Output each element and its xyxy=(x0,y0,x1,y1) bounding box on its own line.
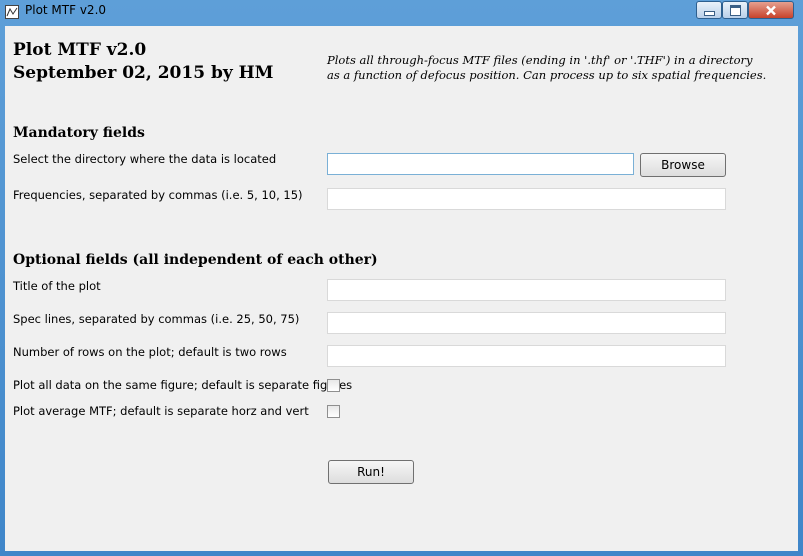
same-figure-checkbox[interactable] xyxy=(327,379,340,392)
run-button[interactable]: Run! xyxy=(328,460,414,484)
rows-field[interactable] xyxy=(327,345,726,367)
close-button[interactable] xyxy=(748,1,794,19)
client-area: Plot MTF v2.0 September 02, 2015 by HM P… xyxy=(5,26,798,551)
spec-lines-field[interactable] xyxy=(327,312,726,334)
frequencies-field[interactable] xyxy=(327,188,726,210)
same-figure-label: Plot all data on the same figure; defaul… xyxy=(13,378,353,392)
maximize-icon xyxy=(729,4,741,16)
frequencies-label: Frequencies, separated by commas (i.e. 5… xyxy=(13,188,303,202)
close-icon xyxy=(766,5,776,15)
plot-title-label: Title of the plot xyxy=(13,279,101,293)
app-heading: Plot MTF v2.0 September 02, 2015 by HM xyxy=(13,39,274,85)
description-line-1: Plots all through-focus MTF files (endin… xyxy=(327,53,753,67)
title-bar[interactable]: Plot MTF v2.0 xyxy=(0,0,803,23)
mandatory-heading: Mandatory fields xyxy=(13,125,145,141)
window-title: Plot MTF v2.0 xyxy=(25,3,107,17)
directory-label: Select the directory where the data is l… xyxy=(13,152,277,166)
app-window: Plot MTF v2.0 Plot MTF v2.0 September 02… xyxy=(0,0,803,556)
app-description: Plots all through-focus MTF files (endin… xyxy=(327,53,766,83)
minimize-icon xyxy=(703,10,715,16)
rows-label: Number of rows on the plot; default is t… xyxy=(13,345,287,359)
app-icon xyxy=(5,4,19,19)
average-label: Plot average MTF; default is separate ho… xyxy=(13,404,309,418)
directory-field[interactable] xyxy=(327,153,634,175)
spec-lines-label: Spec lines, separated by commas (i.e. 25… xyxy=(13,312,300,326)
minimize-button[interactable] xyxy=(696,1,722,19)
app-subtitle: September 02, 2015 by HM xyxy=(13,63,274,83)
app-title: Plot MTF v2.0 xyxy=(13,40,147,60)
description-line-2: as a function of defocus position. Can p… xyxy=(327,68,767,82)
optional-heading: Optional fields (all independent of each… xyxy=(13,252,378,268)
average-checkbox[interactable] xyxy=(327,405,340,418)
browse-button[interactable]: Browse xyxy=(640,153,726,177)
plot-title-field[interactable] xyxy=(327,279,726,301)
maximize-button[interactable] xyxy=(722,1,748,19)
